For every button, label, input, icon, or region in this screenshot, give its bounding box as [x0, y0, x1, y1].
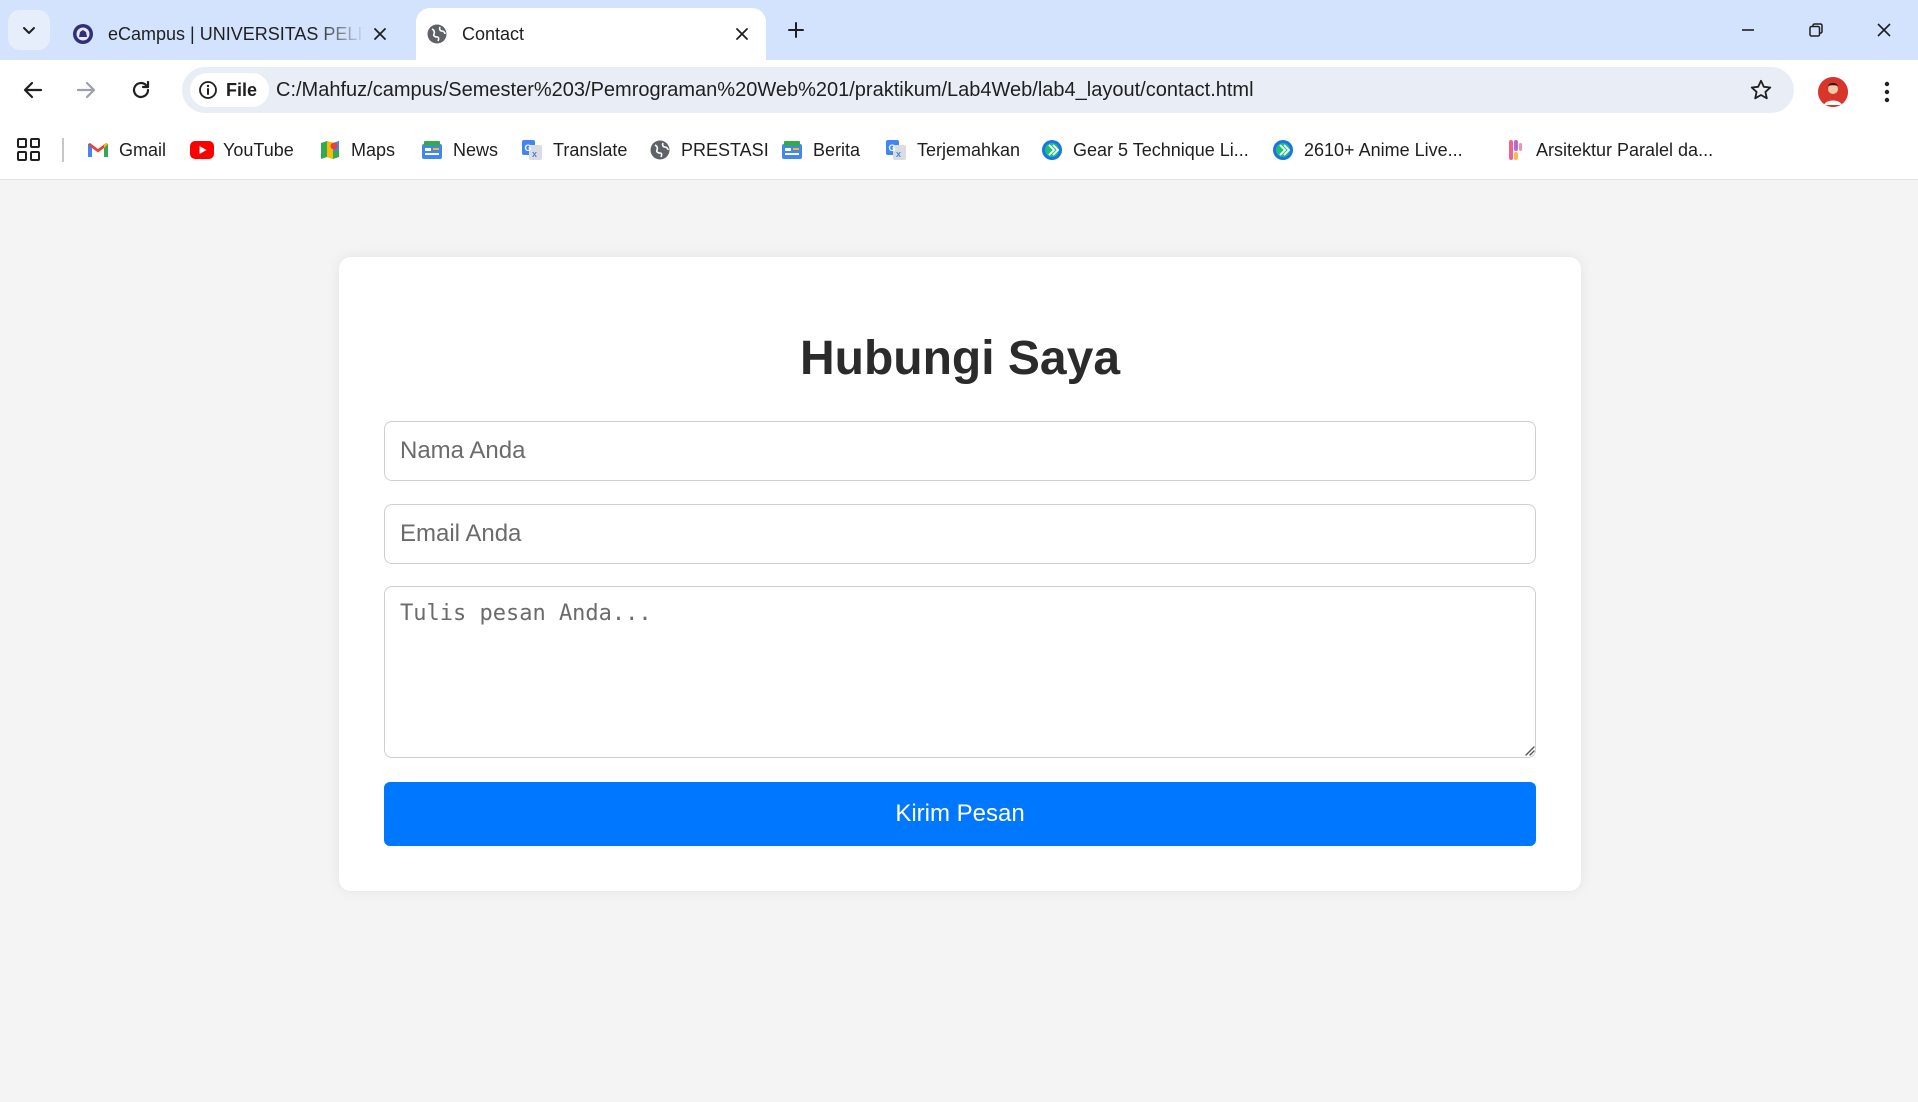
bookmark-arsitektur[interactable]: Arsitektur Paralel da...	[1503, 134, 1713, 166]
bookmark-anime[interactable]: 2610+ Anime Live...	[1271, 134, 1463, 166]
bookmark-label: Gear 5 Technique Li...	[1073, 139, 1249, 160]
scheme-label: File	[226, 79, 258, 100]
contact-card: Hubungi Saya Kirim Pesan	[339, 257, 1581, 891]
reload-icon	[132, 80, 150, 99]
chevron-circle-icon	[1040, 138, 1064, 162]
url-text[interactable]: C:/Mahfuz/campus/Semester%203/Pemrograma…	[276, 67, 1254, 113]
close-icon	[1877, 23, 1891, 37]
university-seal-icon	[72, 23, 94, 45]
restore-icon	[1809, 23, 1823, 37]
browser-menu-button[interactable]	[1872, 74, 1902, 110]
page-title: Hubungi Saya	[799, 332, 1121, 385]
bookmark-label: YouTube	[223, 139, 294, 160]
bookmark-gear5[interactable]: Gear 5 Technique Li...	[1040, 134, 1249, 166]
news-icon	[780, 138, 804, 162]
apps-button[interactable]	[16, 137, 42, 163]
bookmark-translate[interactable]: Gx Translate	[520, 134, 627, 166]
tab-title: eCampus | UNIVERSITAS PELITA	[108, 23, 366, 44]
new-tab-button[interactable]	[780, 14, 812, 46]
svg-text:G: G	[525, 143, 532, 153]
translate-icon: Gx	[884, 138, 908, 162]
tab-ecampus[interactable]: eCampus | UNIVERSITAS PELITA	[62, 8, 404, 60]
translate-icon: Gx	[520, 138, 544, 162]
youtube-icon	[190, 138, 214, 162]
submit-button[interactable]: Kirim Pesan	[384, 782, 1536, 846]
news-icon	[420, 138, 444, 162]
tab-search-button[interactable]	[8, 10, 50, 50]
gradient-bookmark-icon	[1503, 138, 1527, 162]
plus-icon	[788, 22, 804, 38]
reload-button[interactable]	[121, 70, 161, 110]
more-vert-icon	[1884, 81, 1890, 103]
info-icon	[199, 81, 217, 99]
profile-avatar[interactable]	[1818, 77, 1848, 107]
minimize-icon	[1742, 29, 1754, 31]
bookmark-terjemahkan[interactable]: Gx Terjemahkan	[884, 134, 1020, 166]
bookmark-label: Berita	[813, 139, 861, 160]
tab-title: Contact	[462, 23, 525, 44]
bookmark-news[interactable]: News	[420, 134, 498, 166]
bookmark-label: Gmail	[119, 139, 167, 160]
bookmarks-bar: Gmail YouTube Maps News Gx Translate PRE…	[0, 120, 1918, 180]
bookmark-label: Maps	[351, 139, 396, 160]
resize-grip-icon[interactable]	[1523, 744, 1535, 756]
forward-button[interactable]	[66, 70, 106, 110]
browser-toolbar: File C:/Mahfuz/campus/Semester%203/Pemro…	[0, 60, 1918, 120]
svg-text:x: x	[896, 149, 901, 159]
globe-icon	[648, 138, 672, 162]
minimize-button[interactable]	[1721, 10, 1775, 50]
tab-contact[interactable]: Contact	[416, 8, 766, 60]
back-button[interactable]	[13, 70, 53, 110]
site-info-chip[interactable]: File	[190, 73, 270, 107]
email-input[interactable]	[384, 504, 1536, 564]
chevron-down-icon	[23, 27, 35, 34]
apps-grid-icon	[17, 138, 40, 161]
message-textarea[interactable]	[384, 586, 1536, 758]
arrow-left-icon	[23, 81, 43, 99]
close-window-button[interactable]	[1857, 10, 1911, 50]
name-input[interactable]	[384, 421, 1536, 481]
svg-text:x: x	[532, 149, 537, 159]
chevron-circle-icon	[1271, 138, 1295, 162]
bookmark-youtube[interactable]: YouTube	[190, 134, 294, 166]
bookmark-label: 2610+ Anime Live...	[1304, 139, 1463, 160]
bookmark-berita[interactable]: Berita	[780, 134, 860, 166]
bookmark-star-button[interactable]	[1746, 75, 1776, 105]
bookmark-label: Terjemahkan	[917, 139, 1021, 160]
maps-icon	[318, 138, 342, 162]
globe-icon	[426, 23, 448, 45]
svg-text:G: G	[889, 143, 896, 153]
bookmark-maps[interactable]: Maps	[318, 134, 395, 166]
bookmark-label: Translate	[553, 139, 628, 160]
star-icon	[1750, 79, 1772, 100]
gmail-icon	[86, 138, 110, 162]
bookmark-label: Arsitektur Paralel da...	[1536, 139, 1714, 160]
arrow-right-icon	[76, 81, 96, 99]
bookmark-label: News	[453, 139, 499, 160]
bookmark-separator	[62, 138, 64, 162]
close-icon[interactable]	[366, 20, 394, 48]
bookmark-gmail[interactable]: Gmail	[86, 134, 166, 166]
close-icon[interactable]	[728, 20, 756, 48]
tab-strip: eCampus | UNIVERSITAS PELITA Contact	[0, 0, 1918, 60]
restore-button[interactable]	[1789, 10, 1843, 50]
avatar-icon	[1818, 77, 1848, 107]
bookmark-prestasi[interactable]: PRESTASI	[648, 134, 769, 166]
page-viewport: Hubungi Saya Kirim Pesan	[0, 181, 1918, 1102]
bookmark-label: PRESTASI	[681, 139, 769, 160]
address-bar[interactable]: File C:/Mahfuz/campus/Semester%203/Pemro…	[182, 67, 1794, 113]
